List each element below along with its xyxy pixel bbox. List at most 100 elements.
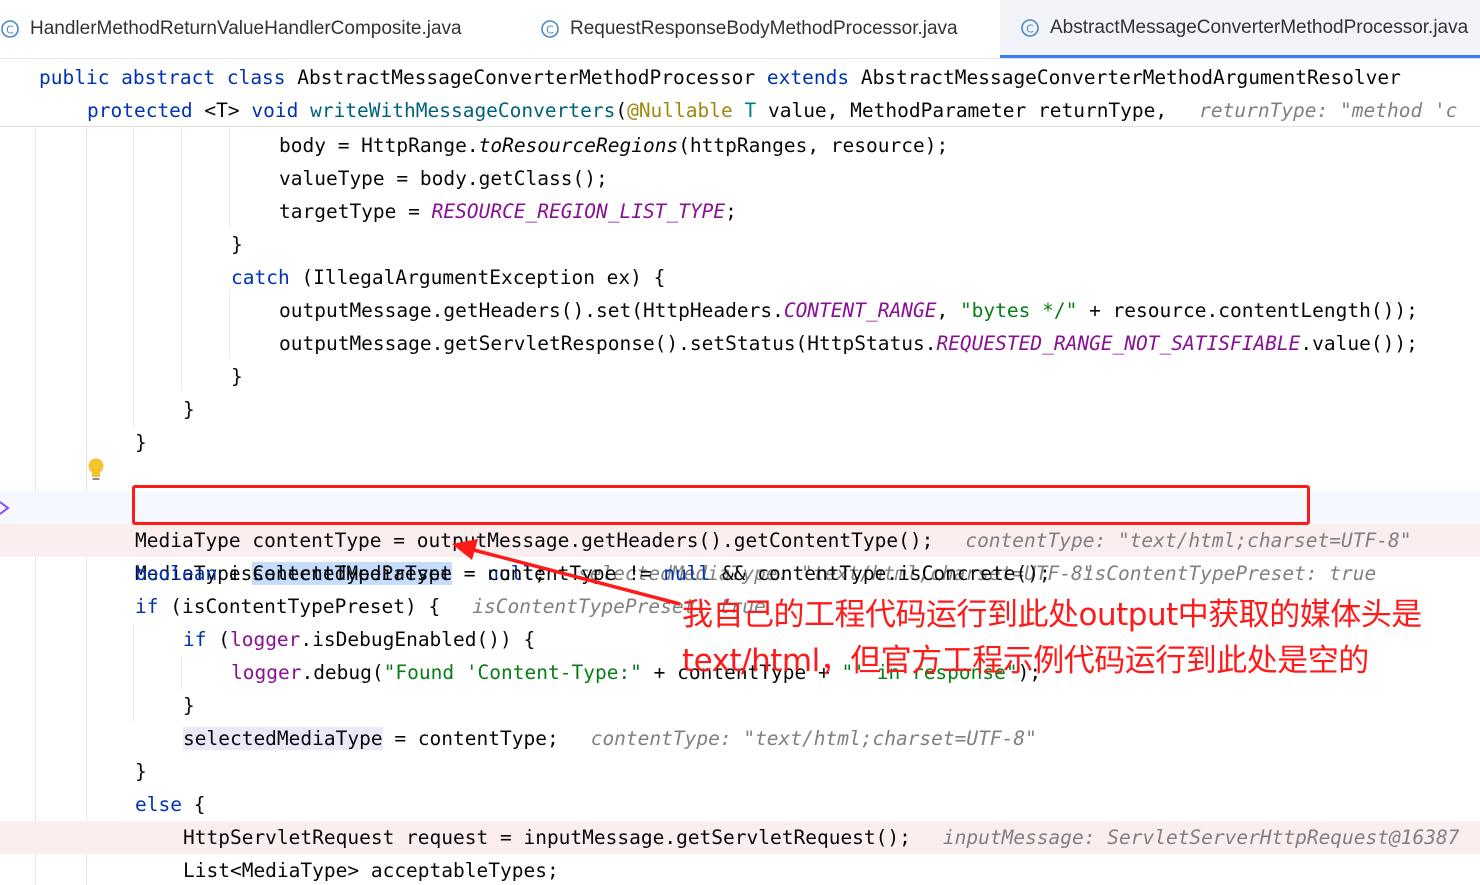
code-text: (httpRanges, resource); bbox=[678, 134, 949, 157]
field: logger bbox=[231, 661, 302, 684]
code-text: { bbox=[181, 793, 206, 816]
annotation-line-1: 我自己的工程代码运行到此处output中获取的媒体头是 bbox=[682, 597, 1422, 633]
code-line[interactable]: } bbox=[0, 755, 1480, 788]
code-text: , bbox=[936, 299, 960, 322]
code-text: .value()); bbox=[1300, 332, 1418, 355]
brace: } bbox=[231, 365, 243, 388]
code-text: (isContentTypePreset) { bbox=[158, 595, 441, 618]
tab-label: HandlerMethodReturnValueHandlerComposite… bbox=[30, 18, 462, 39]
brace: } bbox=[231, 233, 243, 256]
inline-debug-hint: inputMessage: ServletServerHttpRequest@1… bbox=[942, 826, 1460, 849]
code-text: .debug( bbox=[301, 661, 384, 684]
tab-label: AbstractMessageConverterMethodProcessor.… bbox=[1050, 16, 1469, 38]
code-text: outputMessage.getHeaders().set(HttpHeade… bbox=[279, 299, 784, 322]
constant: CONTENT_RANGE bbox=[783, 299, 937, 322]
keyword: if bbox=[135, 595, 159, 618]
code-text: body = HttpRange. bbox=[279, 134, 479, 157]
annotation-note: 我自己的工程代码运行到此处output中获取的媒体头是 text/html，但官… bbox=[682, 592, 1422, 684]
editor-tab-bar: C HandlerMethodReturnValueHandlerComposi… bbox=[0, 0, 1480, 59]
code-line[interactable]: selectedMediaType = contentType; contentT… bbox=[0, 722, 1480, 755]
brace: } bbox=[183, 398, 195, 421]
code-line[interactable]: body = HttpRange.toResourceRegions(httpR… bbox=[0, 129, 1480, 162]
code-line[interactable]: } bbox=[0, 426, 1480, 459]
keyword: if bbox=[183, 628, 207, 651]
code-text: valueType = body.getClass(); bbox=[279, 167, 608, 190]
annotation: @Nullable bbox=[627, 99, 733, 122]
keyword: void bbox=[251, 99, 299, 122]
code-line[interactable]: outputMessage.getServletResponse().setSt… bbox=[0, 327, 1480, 360]
code-text: + resource.contentLength()); bbox=[1077, 299, 1418, 322]
tab-handler-composite[interactable]: C HandlerMethodReturnValueHandlerComposi… bbox=[0, 0, 500, 58]
code-text: = contentType; bbox=[382, 727, 559, 750]
method-name: writeWithMessageConverters bbox=[298, 99, 616, 122]
brace: } bbox=[135, 431, 147, 454]
field: logger bbox=[229, 628, 301, 651]
sticky-method-declaration[interactable]: protected <T> void writeWithMessageConve… bbox=[87, 94, 1480, 127]
tab-request-response-body[interactable]: C RequestResponseBodyMethodProcessor.jav… bbox=[540, 0, 990, 58]
string-literal: "Found 'Content-Type:" bbox=[383, 661, 642, 684]
class-icon: C bbox=[1, 20, 19, 38]
paren: ( bbox=[615, 99, 628, 122]
keyword: null bbox=[663, 562, 711, 585]
code-text: ( bbox=[206, 628, 230, 651]
parent-class-name: AbstractMessageConverterMethodArgumentRe… bbox=[849, 66, 1401, 89]
code-text: .isDebugEnabled()) { bbox=[300, 628, 536, 651]
constant: RESOURCE_REGION_LIST_TYPE bbox=[431, 200, 726, 223]
usage-highlight: selectedMediaType bbox=[183, 727, 383, 750]
keyword: else bbox=[135, 793, 182, 816]
svg-text:C: C bbox=[546, 24, 554, 37]
code-line[interactable]: outputMessage.getHeaders().set(HttpHeade… bbox=[0, 294, 1480, 327]
annotation-line-2: text/html，但官方工程示例代码运行到此处是空的 bbox=[682, 643, 1369, 679]
inline-debug-hint: returnType: "method 'c bbox=[1199, 99, 1458, 122]
keyword: protected bbox=[87, 99, 193, 122]
debug-execution-point-icon bbox=[0, 501, 10, 515]
keyword: boolean bbox=[135, 562, 218, 585]
code-text: outputMessage.getServletResponse().setSt… bbox=[279, 332, 937, 355]
code-line[interactable]: valueType = body.getClass(); bbox=[0, 162, 1480, 195]
class-icon: C bbox=[541, 20, 559, 38]
code-text: MediaType contentType = outputMessage.ge… bbox=[135, 529, 934, 552]
tab-label: RequestResponseBodyMethodProcessor.java bbox=[570, 18, 958, 39]
code-text: ; bbox=[725, 200, 737, 223]
inline-debug-hint: isContentTypePreset: true bbox=[1082, 562, 1377, 585]
keyword: catch bbox=[231, 266, 290, 289]
code-line[interactable]: } bbox=[0, 689, 1480, 722]
code-line[interactable]: } bbox=[0, 360, 1480, 393]
highlight-box bbox=[132, 485, 1310, 525]
params: value, MethodParameter returnType, bbox=[756, 99, 1168, 122]
lightbulb-icon[interactable] bbox=[86, 457, 106, 483]
code-line[interactable]: List<MediaType> acceptableTypes; bbox=[0, 854, 1480, 885]
svg-text:C: C bbox=[1026, 22, 1034, 35]
svg-text:C: C bbox=[6, 24, 14, 37]
string-literal: "bytes */" bbox=[959, 299, 1078, 322]
constant: REQUESTED_RANGE_NOT_SATISFIABLE bbox=[936, 332, 1301, 355]
keyword: public abstract class bbox=[39, 66, 286, 89]
code-line[interactable]: else { bbox=[0, 788, 1480, 821]
inline-debug-hint: contentType: "text/html;charset=UTF-8" bbox=[965, 529, 1412, 552]
sticky-class-declaration[interactable]: public abstract class AbstractMessageCon… bbox=[39, 61, 1480, 94]
class-icon: C bbox=[1021, 18, 1039, 37]
brace: } bbox=[183, 694, 195, 717]
code-line[interactable]: catch (IllegalArgumentException ex) { bbox=[0, 261, 1480, 294]
brace: } bbox=[135, 760, 147, 783]
code-line[interactable]: boolean isContentTypePreset = contentTyp… bbox=[0, 557, 1480, 590]
code-text: isContentTypePreset = contentType != bbox=[217, 562, 664, 585]
class-name: AbstractMessageConverterMethodProcessor bbox=[285, 66, 767, 89]
code-text: HttpServletRequest request = inputMessag… bbox=[183, 826, 911, 849]
code-text: (IllegalArgumentException ex) { bbox=[289, 266, 666, 289]
tab-abstract-message-converter[interactable]: C AbstractMessageConverterMethodProcesso… bbox=[1000, 0, 1480, 58]
code-text: List<MediaType> acceptableTypes; bbox=[183, 859, 559, 882]
code-line[interactable]: } bbox=[0, 228, 1480, 261]
keyword: extends bbox=[766, 66, 850, 89]
generic-param: <T> bbox=[192, 99, 252, 122]
code-line[interactable]: targetType = RESOURCE_REGION_LIST_TYPE; bbox=[0, 195, 1480, 228]
code-line-breakpoint[interactable]: HttpServletRequest request = inputMessag… bbox=[0, 821, 1480, 854]
code-text: targetType = bbox=[279, 200, 432, 223]
sticky-scope-header: public abstract class AbstractMessageCon… bbox=[0, 59, 1480, 127]
type-param: T bbox=[732, 99, 757, 122]
static-method: toResourceRegions bbox=[478, 134, 679, 157]
code-line-breakpoint[interactable]: MediaType contentType = outputMessage.ge… bbox=[0, 524, 1480, 557]
code-line[interactable]: } bbox=[0, 393, 1480, 426]
code-text: && contentType.isConcrete(); bbox=[710, 562, 1051, 585]
inline-debug-hint: contentType: "text/html;charset=UTF-8" bbox=[590, 727, 1037, 750]
